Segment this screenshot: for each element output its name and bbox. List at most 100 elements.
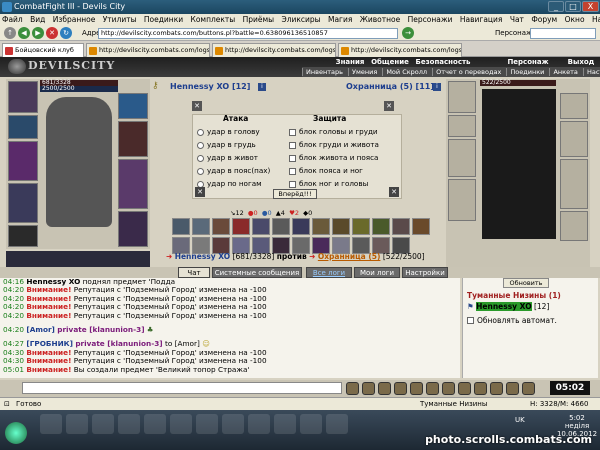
shield-slot[interactable] — [118, 159, 148, 209]
taskbar-app-icon[interactable] — [118, 414, 140, 434]
taskbar-app-icon[interactable] — [144, 414, 166, 434]
refresh-icon[interactable]: ↻ — [60, 27, 72, 39]
skill-icon[interactable] — [232, 218, 250, 235]
menu-utilities[interactable]: Утилиты — [103, 15, 137, 24]
nav-knowledge[interactable]: Знания — [332, 57, 368, 67]
player-name[interactable]: Hennessy XO [12] — [170, 82, 250, 91]
skill-icon[interactable] — [352, 218, 370, 235]
skill-icon[interactable] — [292, 218, 310, 235]
tab-log-3[interactable]: http://devilscity.combats.com/logs.pl?l — [338, 43, 462, 57]
back-icon[interactable]: ◀ — [18, 27, 30, 39]
attack-chest-radio[interactable] — [197, 142, 204, 149]
menu-magic[interactable]: Магия — [328, 15, 352, 24]
toolbar-icon[interactable] — [490, 382, 503, 395]
refresh-button[interactable]: Обновить — [503, 278, 549, 288]
skill-icon[interactable] — [412, 218, 430, 235]
menu-navigation[interactable]: Навигация — [460, 15, 503, 24]
start-button[interactable] — [5, 422, 27, 444]
taskbar-app-icon[interactable] — [40, 414, 62, 434]
skill-icon[interactable] — [192, 218, 210, 235]
enemy-name[interactable]: Охранница (5) [11] — [346, 82, 434, 91]
subnav-skills[interactable]: Умения — [348, 68, 381, 76]
menu-forum[interactable]: Форум — [531, 15, 557, 24]
block-head-chest-check[interactable] — [289, 129, 296, 136]
taskbar-app-icon[interactable] — [326, 414, 348, 434]
menu-favorites[interactable]: Избранное — [53, 15, 96, 24]
skill-icon[interactable] — [332, 218, 350, 235]
amulet-slot[interactable] — [8, 115, 38, 139]
tab-all-logs[interactable]: Все логи — [306, 267, 352, 278]
skill-icon[interactable] — [212, 218, 230, 235]
subnav-inventory[interactable]: Инвентарь — [302, 68, 346, 76]
tab-log-2[interactable]: http://devilscity.combats.com/logs.pl?l — [212, 43, 336, 57]
toolbar-icon[interactable] — [522, 382, 535, 395]
taskbar-app-icon[interactable] — [196, 414, 218, 434]
tab-system-messages[interactable]: Системные сообщения — [212, 267, 302, 278]
toolbar-icon[interactable] — [506, 382, 519, 395]
versus-player[interactable]: Hennessy XO — [175, 252, 230, 261]
persona-input[interactable] — [530, 28, 596, 39]
tab-chat[interactable]: Чат — [178, 267, 210, 278]
taskbar-app-icon[interactable] — [300, 414, 322, 434]
boots-slot[interactable] — [118, 211, 148, 247]
tab-settings[interactable]: Настройки — [402, 267, 448, 278]
menu-window[interactable]: Окно — [565, 15, 585, 24]
tab-log-1[interactable]: http://devilscity.combats.com/logs.pl?l — [86, 43, 210, 57]
skill-icon[interactable] — [372, 218, 390, 235]
nav-security[interactable]: Безопасность — [412, 57, 474, 67]
toolbar-icon[interactable] — [458, 382, 471, 395]
toolbar-icon[interactable] — [378, 382, 391, 395]
chat-input[interactable] — [22, 382, 342, 394]
tab-fight-club[interactable]: Бойцовский клуб — [2, 43, 84, 57]
skill-icon[interactable] — [312, 218, 330, 235]
menu-settings[interactable]: Настройки — [592, 15, 600, 24]
menu-view[interactable]: Вид — [30, 15, 45, 24]
taskbar-app-icon[interactable] — [170, 414, 192, 434]
auto-update-checkbox[interactable] — [467, 317, 474, 324]
menu-elixirs[interactable]: Эликсиры — [281, 15, 320, 24]
taskbar-app-icon[interactable] — [92, 414, 114, 434]
attack-groin-radio[interactable] — [197, 168, 204, 175]
enemy-portrait[interactable] — [482, 89, 556, 239]
swords-icon[interactable]: ✕ — [389, 187, 399, 197]
subnav-profile[interactable]: Анкета — [549, 68, 581, 76]
maximize-button[interactable]: □ — [565, 1, 581, 12]
attack-submit-button[interactable]: Вперёд!!! — [273, 189, 317, 199]
attack-belly-radio[interactable] — [197, 155, 204, 162]
subnav-battles[interactable]: Поединки — [506, 68, 548, 76]
skill-icon[interactable] — [272, 218, 290, 235]
taskbar-app-icon[interactable] — [248, 414, 270, 434]
menu-file[interactable]: Файл — [2, 15, 23, 24]
menu-characters[interactable]: Персонажи — [408, 15, 453, 24]
block-legs-head-check[interactable] — [289, 181, 296, 188]
tab-my-logs[interactable]: Мои логи — [354, 267, 400, 278]
skill-icon[interactable] — [172, 218, 190, 235]
toolbar-icon[interactable] — [362, 382, 375, 395]
menu-battles[interactable]: Поединки — [144, 15, 183, 24]
block-belly-belt-check[interactable] — [289, 155, 296, 162]
language-indicator[interactable]: UK — [515, 416, 525, 424]
minimize-button[interactable]: _ — [548, 1, 564, 12]
taskbar-app-icon[interactable] — [274, 414, 296, 434]
menu-sets[interactable]: Комплекты — [191, 15, 236, 24]
block-chest-belly-check[interactable] — [289, 142, 296, 149]
belt-slot[interactable] — [8, 225, 38, 247]
address-input[interactable]: http://devilscity.combats.com/buttons.pl… — [98, 28, 398, 39]
subnav-settings[interactable]: Настройки — [582, 68, 600, 76]
toolbar-icon[interactable] — [426, 382, 439, 395]
nav-exit[interactable]: Выход — [566, 57, 596, 67]
taskbar-app-icon[interactable] — [66, 414, 88, 434]
menu-chat[interactable]: Чат — [510, 15, 524, 24]
toolbar-icon[interactable] — [474, 382, 487, 395]
toolbar-icon[interactable] — [442, 382, 455, 395]
swords-icon[interactable]: ✕ — [195, 187, 205, 197]
weapon-slot[interactable] — [8, 141, 38, 181]
attack-head-radio[interactable] — [197, 129, 204, 136]
toolbar-icon[interactable] — [346, 382, 359, 395]
nav-communication[interactable]: Общение — [370, 57, 410, 67]
nav-character[interactable]: Персонаж — [500, 57, 556, 67]
helmet-slot[interactable] — [8, 81, 38, 113]
menu-animal[interactable]: Животное — [360, 15, 400, 24]
versus-enemy[interactable]: Охранница (5) — [318, 252, 381, 261]
toolbar-icon[interactable] — [394, 382, 407, 395]
